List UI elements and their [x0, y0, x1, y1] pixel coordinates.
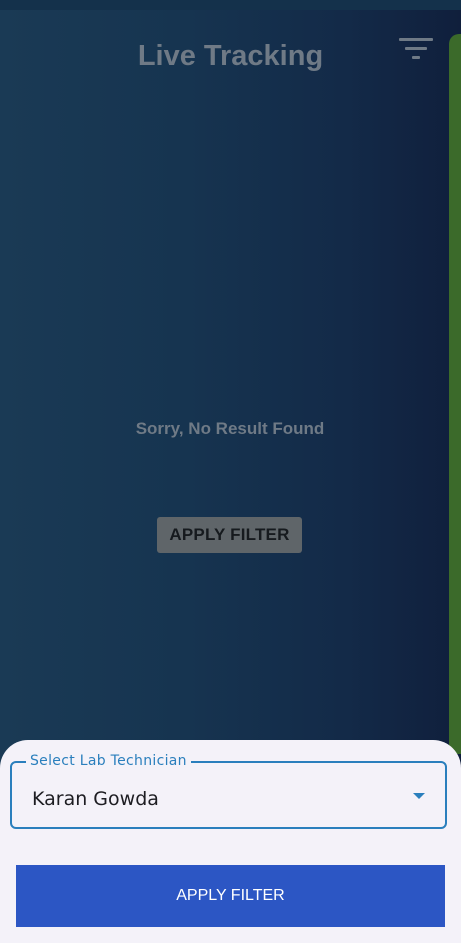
status-bar — [0, 0, 461, 10]
lab-technician-select[interactable]: Select Lab Technician Karan Gowda — [10, 753, 447, 829]
filter-list-icon[interactable] — [396, 34, 436, 68]
empty-result-message: Sorry, No Result Found — [135, 419, 325, 438]
selected-technician: Karan Gowda — [32, 788, 159, 810]
apply-filter-background-button[interactable]: APPLY FILTER — [157, 517, 302, 553]
page-title: Live Tracking — [137, 40, 324, 72]
live-tracking-screen: Live Tracking Sorry, No Result Found APP… — [0, 0, 461, 943]
caret-down-icon[interactable] — [413, 793, 425, 799]
select-label: Select Lab Technician — [26, 753, 191, 769]
filter-bottom-sheet: Select Lab Technician Karan Gowda APPLY … — [0, 740, 461, 943]
side-panel-edge — [449, 34, 461, 754]
apply-filter-button[interactable]: APPLY FILTER — [16, 865, 445, 927]
